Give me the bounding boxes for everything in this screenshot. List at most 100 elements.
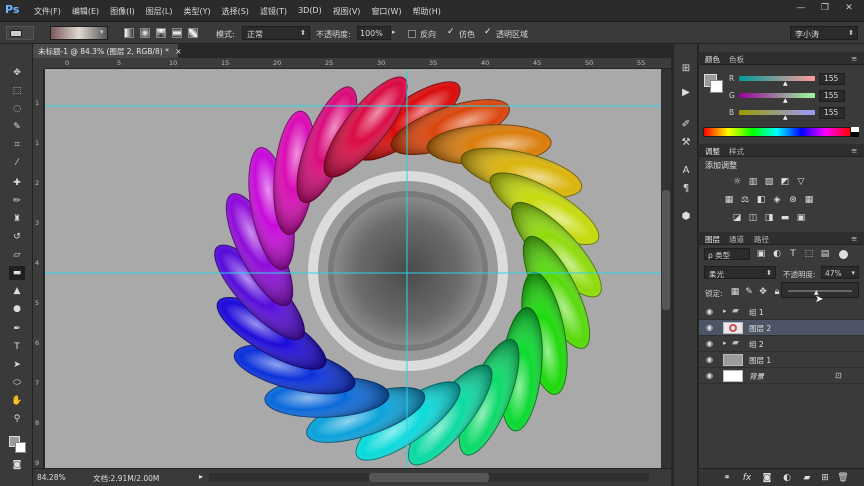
opacity-input[interactable]: 100% xyxy=(357,26,391,40)
eyedropper-tool-icon[interactable]: ⁄ xyxy=(9,156,25,170)
layer-row[interactable]: ◉ 背景 ⊡ xyxy=(699,368,864,384)
workspace-select[interactable]: 李小涛 ⬍ xyxy=(790,26,858,40)
filter-shape-icon[interactable]: ⬚ xyxy=(803,249,815,259)
horizontal-ruler[interactable]: 0 5 10 15 20 25 30 35 40 45 50 55 xyxy=(45,58,671,69)
zoom-level[interactable]: 84.28% xyxy=(37,473,66,482)
layer-row-selected[interactable]: ◉ 图层 2 xyxy=(699,320,864,336)
chevron-down-icon[interactable]: ▾ xyxy=(100,28,104,36)
color-spectrum-bar[interactable] xyxy=(703,127,851,137)
menu-help[interactable]: 帮助(H) xyxy=(413,6,441,17)
new-group-icon[interactable]: ▰ xyxy=(801,473,813,483)
hand-tool-icon[interactable]: ✋ xyxy=(9,394,25,408)
eye-icon[interactable]: ◉ xyxy=(706,307,713,316)
close-tab-icon[interactable]: × xyxy=(175,47,181,56)
filter-pixel-icon[interactable]: ▣ xyxy=(755,249,767,259)
layer-filter-select[interactable]: ρ 类型 xyxy=(704,248,750,260)
tab-adjustments[interactable]: 调整 xyxy=(705,146,720,157)
color-lookup-icon[interactable]: ▦ xyxy=(803,195,815,205)
blur-tool-icon[interactable]: ▲ xyxy=(9,284,25,298)
vibrance-icon[interactable]: ▽ xyxy=(795,177,807,187)
layer-name[interactable]: 图层 1 xyxy=(749,355,771,366)
layer-row[interactable]: ◉ 图层 1 xyxy=(699,352,864,368)
dither-checkbox[interactable]: ✓ xyxy=(447,27,455,37)
channel-b-slider[interactable] xyxy=(739,110,815,115)
eye-icon[interactable]: ◉ xyxy=(706,339,713,348)
tab-swatches[interactable]: 色板 xyxy=(729,54,744,65)
threshold-icon[interactable]: ◨ xyxy=(763,213,775,223)
blend-mode-select[interactable]: 柔光 ⬍ xyxy=(704,266,776,279)
add-mask-icon[interactable]: ◙ xyxy=(761,473,773,483)
path-select-tool-icon[interactable]: ➤ xyxy=(9,358,25,372)
channel-r-slider[interactable] xyxy=(739,76,815,81)
dodge-tool-icon[interactable]: ● xyxy=(9,302,25,316)
slider-handle-icon[interactable]: ▲ xyxy=(783,114,788,121)
tool-preset-picker[interactable] xyxy=(6,26,34,40)
menu-type[interactable]: 类型(Y) xyxy=(183,6,210,17)
posterize-icon[interactable]: ◫ xyxy=(747,213,759,223)
levels-icon[interactable]: ▥ xyxy=(747,177,759,187)
lasso-tool-icon[interactable]: ◌ xyxy=(9,102,25,116)
menu-3d[interactable]: 3D(D) xyxy=(298,6,322,17)
trash-icon[interactable]: 🗑︎ xyxy=(837,473,849,483)
info-menu-arrow-icon[interactable]: ▸ xyxy=(199,472,203,481)
black-white-icon[interactable]: ◧ xyxy=(755,195,767,205)
quick-select-tool-icon[interactable]: ✎ xyxy=(9,120,25,134)
hue-saturation-icon[interactable]: ▦ xyxy=(723,195,735,205)
linear-gradient-icon[interactable] xyxy=(124,28,134,38)
chevron-right-icon[interactable]: ▸ xyxy=(392,28,396,36)
scrollbar-thumb[interactable] xyxy=(369,473,489,482)
crop-tool-icon[interactable]: ⌗ xyxy=(9,138,25,152)
layer-row[interactable]: ◉ ▸ ▰ 组 2 xyxy=(699,336,864,352)
marquee-tool-icon[interactable]: ⬚ xyxy=(9,84,25,98)
tab-layers[interactable]: 图层 xyxy=(705,234,720,245)
history-panel-icon[interactable]: ⊞ xyxy=(679,62,693,76)
quick-mask-icon[interactable]: ◙ xyxy=(9,458,25,472)
actions-panel-icon[interactable]: ▶ xyxy=(679,86,693,100)
healing-brush-tool-icon[interactable]: ✚ xyxy=(9,176,25,190)
layer-name[interactable]: 组 1 xyxy=(749,307,764,318)
paragraph-panel-icon[interactable]: ¶ xyxy=(679,182,693,196)
layer-name[interactable]: 背景 xyxy=(749,371,764,382)
mode-select[interactable]: 正常 ⬍ xyxy=(242,26,310,40)
black-swatch[interactable] xyxy=(851,132,859,137)
transparency-checkbox[interactable]: ✓ xyxy=(484,27,492,37)
menu-file[interactable]: 文件(F) xyxy=(34,6,61,17)
new-adjustment-icon[interactable]: ◐ xyxy=(781,473,793,483)
eraser-tool-icon[interactable]: ▱ xyxy=(9,248,25,262)
3d-panel-icon[interactable]: ⬢ xyxy=(679,210,693,224)
invert-icon[interactable]: ◪ xyxy=(731,213,743,223)
filter-toggle-icon[interactable] xyxy=(839,250,848,259)
filter-adjustment-icon[interactable]: ◐ xyxy=(771,249,783,259)
fx-icon[interactable]: fx xyxy=(741,473,753,483)
lock-position-icon[interactable]: ✥ xyxy=(757,287,769,297)
restore-button[interactable]: ❐ xyxy=(814,2,836,15)
selective-color-icon[interactable]: ▣ xyxy=(795,213,807,223)
eye-icon[interactable]: ◉ xyxy=(706,355,713,364)
layer-name[interactable]: 组 2 xyxy=(749,339,764,350)
menu-window[interactable]: 窗口(W) xyxy=(371,6,401,17)
opacity-slider-track[interactable] xyxy=(788,290,852,292)
brush-presets-panel-icon[interactable]: ⚒ xyxy=(679,136,693,150)
canvas[interactable] xyxy=(45,69,661,468)
expand-arrow-icon[interactable]: ▸ xyxy=(723,339,727,347)
ellipse-tool-icon[interactable]: ⬭ xyxy=(9,376,25,390)
horizontal-scrollbar[interactable] xyxy=(209,473,649,482)
diamond-gradient-icon[interactable] xyxy=(188,28,198,38)
channel-b-input[interactable]: 155 xyxy=(819,107,845,119)
menu-view[interactable]: 视图(V) xyxy=(333,6,361,17)
pen-tool-icon[interactable]: ✒ xyxy=(9,322,25,336)
ruler-origin[interactable] xyxy=(33,58,45,69)
brush-panel-icon[interactable]: ✐ xyxy=(679,118,693,132)
character-panel-icon[interactable]: A xyxy=(679,164,693,178)
move-tool-icon[interactable]: ✥ xyxy=(9,66,25,80)
tab-color[interactable]: 颜色 xyxy=(705,54,720,65)
brush-tool-icon[interactable]: ✏ xyxy=(9,194,25,208)
menu-select[interactable]: 选择(S) xyxy=(222,6,249,17)
reflected-gradient-icon[interactable] xyxy=(172,28,182,38)
vertical-ruler[interactable]: 1 1 2 3 4 5 6 7 8 9 xyxy=(33,69,44,468)
photo-filter-icon[interactable]: ◈ xyxy=(771,195,783,205)
channel-r-input[interactable]: 155 xyxy=(819,73,845,85)
history-brush-tool-icon[interactable]: ↺ xyxy=(9,230,25,244)
lock-pixels-icon[interactable]: ✎ xyxy=(743,287,755,297)
panel-menu-icon[interactable]: ≡ xyxy=(851,146,857,155)
